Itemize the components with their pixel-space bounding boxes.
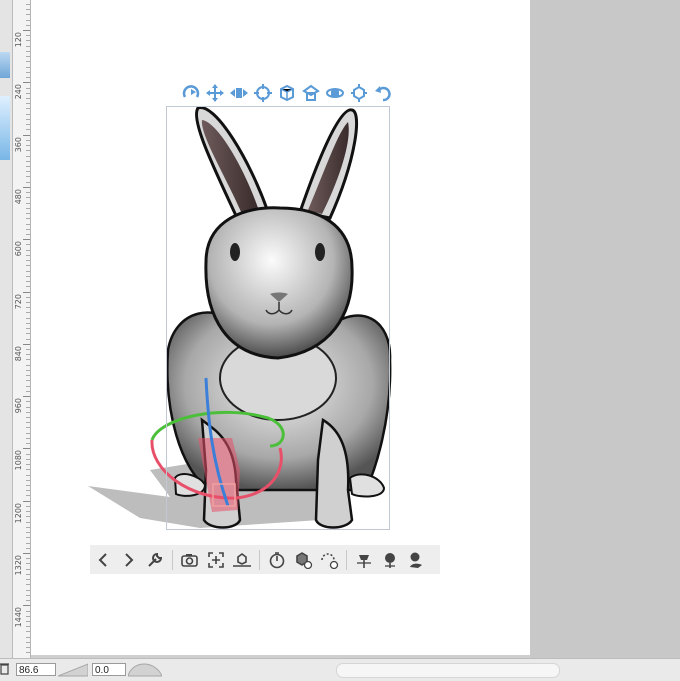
- object-launcher-toolbar: [90, 545, 440, 574]
- pan-camera-icon[interactable]: [228, 82, 250, 104]
- rotate-reset-icon[interactable]: [316, 547, 342, 573]
- zoom-slider[interactable]: [58, 663, 88, 677]
- horizontal-scrollbar[interactable]: [336, 663, 560, 678]
- pin-dark-icon[interactable]: [377, 547, 403, 573]
- zoom-input[interactable]: 86.6: [16, 663, 56, 676]
- fit-to-view-icon[interactable]: [203, 547, 229, 573]
- toolbar-separator: [172, 549, 173, 570]
- rotate-camera-icon[interactable]: [180, 82, 202, 104]
- rotation-input[interactable]: 0.0: [92, 663, 126, 676]
- previous-icon[interactable]: [90, 547, 116, 573]
- rotate-axis-icon[interactable]: [300, 82, 322, 104]
- move-camera-icon[interactable]: [204, 82, 226, 104]
- move-object-icon[interactable]: [348, 82, 370, 104]
- camera-icon[interactable]: [177, 547, 203, 573]
- status-bar: 86.6 0.0: [0, 658, 680, 681]
- rotate-object-icon[interactable]: [276, 82, 298, 104]
- pose-timer-icon[interactable]: [264, 547, 290, 573]
- undo-pose-icon[interactable]: [372, 82, 394, 104]
- settings-wrench-icon[interactable]: [142, 547, 168, 573]
- rotate-plane-icon[interactable]: [324, 82, 346, 104]
- center-target-icon[interactable]: [252, 82, 274, 104]
- selection-bounding-box: [166, 106, 390, 530]
- trash-icon[interactable]: [0, 662, 9, 676]
- toolbar-separator: [346, 549, 347, 570]
- next-icon[interactable]: [116, 547, 142, 573]
- pin-hand-icon[interactable]: [403, 547, 429, 573]
- ground-icon[interactable]: [229, 547, 255, 573]
- pin-light-icon[interactable]: [351, 547, 377, 573]
- toolbar-separator: [259, 549, 260, 570]
- rotation-slider[interactable]: [128, 663, 162, 677]
- object-manipulator-bar: [180, 82, 394, 106]
- object-add-icon[interactable]: [290, 547, 316, 573]
